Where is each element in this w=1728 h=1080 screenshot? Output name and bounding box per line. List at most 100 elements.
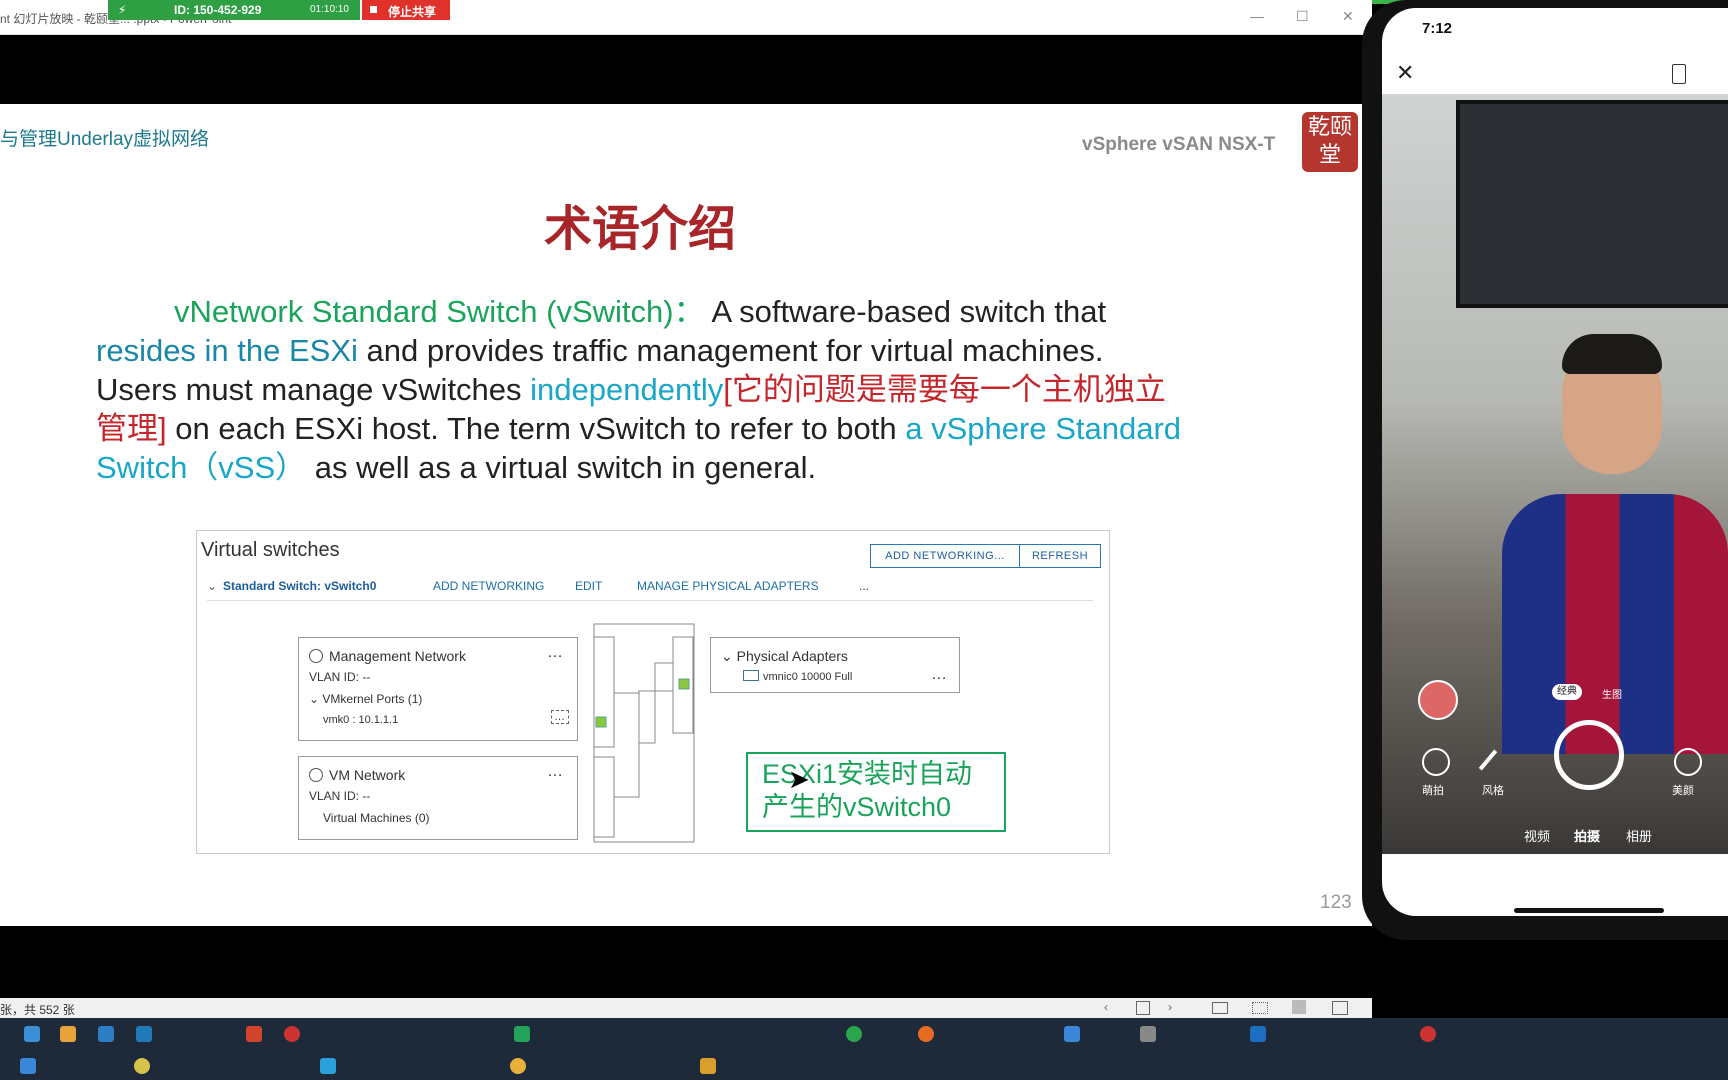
para-text-3: Users must manage vSwitches — [96, 372, 531, 407]
slideshow-icon[interactable] — [1332, 1001, 1348, 1015]
slide-title: 术语介绍 — [543, 203, 736, 256]
mode-album[interactable]: 相册 — [1626, 826, 1652, 845]
port-indicator — [678, 678, 690, 690]
chevron-down-icon: ⌄ — [309, 692, 323, 706]
manage-adapters-link[interactable]: MANAGE PHYSICAL ADAPTERS — [637, 579, 819, 593]
more-icon[interactable]: … — [547, 763, 564, 781]
filter-generate[interactable]: 生图 — [1602, 686, 1622, 701]
onedrive-icon[interactable] — [1064, 1026, 1080, 1042]
network-icon — [309, 768, 323, 782]
tool-cute[interactable]: 萌拍 — [1422, 782, 1444, 798]
close-icon[interactable]: ✕ — [1396, 60, 1414, 86]
slide-count: 张，共 552 张 — [0, 1003, 75, 1017]
stop-share-button[interactable]: 停止共享 — [362, 0, 450, 20]
network-icon — [309, 649, 323, 663]
edit-link[interactable]: EDIT — [575, 579, 602, 593]
mgmt-vlan: VLAN ID: -- — [309, 670, 371, 684]
resides-highlight: resides in the ESXi — [96, 333, 358, 368]
beauty-icon[interactable] — [1674, 748, 1702, 776]
mode-photo[interactable]: 拍摄 — [1574, 826, 1600, 845]
tool-style[interactable]: 风格 — [1482, 782, 1504, 798]
phone-clock: 7:12 — [1422, 20, 1453, 37]
windows-taskbar — [0, 1018, 1728, 1080]
taskbar-icon[interactable] — [134, 1058, 150, 1074]
wall-tv — [1456, 100, 1728, 308]
grid-view-icon[interactable] — [1252, 1002, 1268, 1014]
vmk-more-icon[interactable]: … — [551, 710, 569, 724]
phone-screen: 7:12 ✕ 经典 生图 萌拍 风格 美颜 视频 拍摄 相册 — [1382, 8, 1728, 916]
maximize-button[interactable]: ☐ — [1296, 8, 1309, 25]
taskbar-icon[interactable] — [700, 1058, 716, 1074]
vm-network-card[interactable]: VM Network … VLAN ID: -- Virtual Machine… — [298, 756, 578, 840]
term-label: vNetwork Standard Switch (vSwitch)： — [174, 294, 705, 329]
shutter-button[interactable] — [1554, 720, 1624, 790]
home-indicator[interactable] — [1514, 908, 1664, 913]
taskbar-icon[interactable] — [20, 1058, 36, 1074]
chevron-down-icon[interactable]: ⌄ — [207, 579, 217, 593]
edge-icon[interactable] — [24, 1026, 40, 1042]
switch-name[interactable]: Standard Switch: vSwitch0 — [223, 579, 376, 593]
store-icon[interactable] — [60, 1026, 76, 1042]
minimize-button[interactable]: — — [1250, 8, 1264, 24]
seal-text: 乾颐堂 — [1307, 115, 1352, 168]
record-icon[interactable] — [284, 1026, 300, 1042]
reading-view-icon[interactable] — [1292, 1000, 1306, 1014]
para-text-1: A software-based switch that — [704, 294, 1107, 329]
slide-breadcrumb: 与管理Underlay虚拟网络 — [0, 129, 210, 150]
switch-toolbar: ⌄ Standard Switch: vSwitch0 ADD NETWORKI… — [207, 574, 1093, 601]
switch-diagram — [593, 623, 695, 843]
vscode-icon[interactable] — [1250, 1026, 1266, 1042]
telegram-icon[interactable] — [320, 1058, 336, 1074]
page-number: 123 — [1320, 892, 1352, 913]
meeting-banner: ⚡ ID: 150-452-929 01:10:10 — [108, 0, 360, 20]
more-icon[interactable]: … — [931, 666, 948, 684]
chrome-icon[interactable] — [510, 1058, 526, 1074]
next-slide-icon[interactable]: › — [1168, 1000, 1172, 1014]
firefox-icon[interactable] — [918, 1026, 934, 1042]
signal-icon: ⚡ — [118, 3, 127, 17]
refresh-button[interactable]: REFRESH — [1019, 544, 1101, 568]
vmkernel-ports[interactable]: ⌄ VMkernel Ports (1) — [309, 692, 422, 706]
app-icon[interactable] — [1140, 1026, 1156, 1042]
port-indicator — [595, 716, 607, 728]
vmk-address: vmk0 : 10.1.1.1 — [323, 714, 399, 726]
powerpoint-icon[interactable] — [246, 1026, 262, 1042]
sticker-icon[interactable] — [1422, 748, 1450, 776]
para-text-2: and provides traffic management for virt… — [357, 333, 1104, 368]
mouse-cursor-icon: ➤ — [788, 764, 810, 794]
aspect-ratio-icon[interactable] — [1672, 64, 1686, 84]
chevron-down-icon: ⌄ — [721, 648, 737, 664]
add-networking-button[interactable]: ADD NETWORKING... — [870, 544, 1020, 568]
slide-paragraph: vNetwork Standard Switch (vSwitch)： A so… — [96, 292, 1186, 487]
mode-video[interactable]: 视频 — [1524, 826, 1550, 845]
app-l-icon[interactable] — [136, 1026, 152, 1042]
wechat-icon[interactable] — [846, 1026, 862, 1042]
add-networking-link[interactable]: ADD NETWORKING — [433, 579, 544, 593]
nic-label: vmnic0 10000 Full — [763, 671, 853, 683]
person-hair — [1562, 334, 1662, 374]
management-network-card[interactable]: Management Network … VLAN ID: -- ⌄ VMker… — [298, 637, 578, 741]
slide-sorter-icon[interactable] — [1136, 1001, 1150, 1015]
more-icon[interactable]: … — [547, 644, 564, 662]
avatar[interactable] — [1418, 680, 1458, 720]
mail-icon[interactable] — [98, 1026, 114, 1042]
callout-box: ESXi1安装时自动产生的vSwitch0 — [746, 752, 1006, 832]
tool-beauty[interactable]: 美颜 — [1672, 782, 1694, 798]
para-text-5: as well as a virtual switch in general. — [306, 450, 817, 485]
seal-logo: 乾颐堂 — [1302, 112, 1358, 172]
slide-brand: vSphere vSAN NSX-T — [1082, 134, 1276, 155]
pycharm-icon[interactable] — [514, 1026, 530, 1042]
nic-icon — [743, 670, 759, 681]
physical-adapters-card[interactable]: ⌄ Physical Adapters vmnic0 10000 Full … — [710, 637, 960, 693]
slide: 与管理Underlay虚拟网络 vSphere vSAN NSX-T 乾颐堂 术… — [0, 104, 1372, 926]
filter-classic[interactable]: 经典 — [1552, 684, 1582, 700]
more-actions-icon[interactable]: ... — [859, 579, 869, 593]
record-tray-icon[interactable] — [1420, 1026, 1436, 1042]
independently-highlight: independently — [530, 372, 724, 407]
meeting-id: ID: 150-452-929 — [174, 3, 262, 17]
status-bar: 张，共 552 张 ‹ › — [0, 998, 1372, 1018]
prev-slide-icon[interactable]: ‹ — [1104, 1000, 1108, 1014]
vmnet-vlan: VLAN ID: -- — [309, 789, 371, 803]
normal-view-icon[interactable] — [1212, 1002, 1228, 1014]
close-button[interactable]: ✕ — [1342, 8, 1354, 25]
